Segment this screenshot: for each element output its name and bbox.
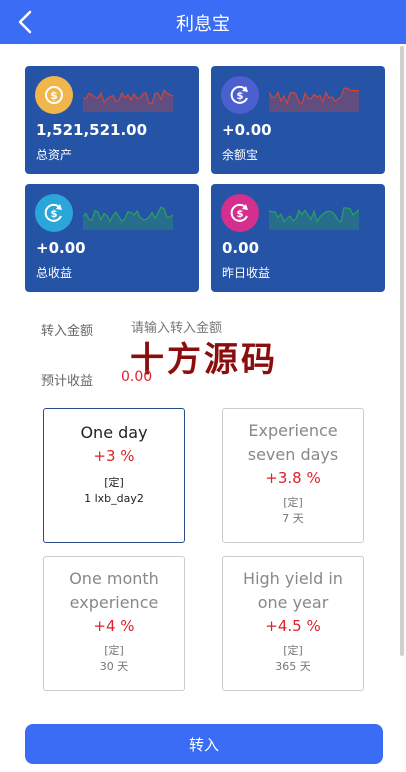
card-value: +0.00 xyxy=(222,121,272,139)
dollar-refresh-icon: $ xyxy=(35,194,73,232)
plan-tag: [定] xyxy=(283,496,303,509)
plan-days: 1 lxb_day2 xyxy=(84,492,144,505)
svg-text:$: $ xyxy=(237,91,244,102)
plan-option-one-month[interactable]: One month experience +4 % [定] 30 天 xyxy=(43,556,185,691)
plan-tag: [定] xyxy=(104,644,124,657)
header-bar: 利息宝 xyxy=(0,0,406,44)
card-total-earnings: $ +0.00 总收益 xyxy=(25,184,199,292)
dollar-refresh-icon: $ xyxy=(221,194,259,232)
plan-rate: +4 % xyxy=(93,617,135,635)
card-value: +0.00 xyxy=(36,239,86,257)
sparkline-chart xyxy=(83,206,173,230)
estimate-value: 0.00 xyxy=(121,369,153,385)
plan-name: One day xyxy=(80,423,148,442)
plan-rate: +3.8 % xyxy=(265,469,321,487)
card-label: 总资产 xyxy=(36,148,73,162)
dollar-coin-icon: $ xyxy=(35,76,73,114)
card-total-assets: $ 1,521,521.00 总资产 xyxy=(25,66,199,174)
plan-name: High yield in one year xyxy=(243,569,343,612)
svg-text:$: $ xyxy=(51,209,58,220)
card-value: 1,521,521.00 xyxy=(36,121,148,139)
sparkline-area xyxy=(83,90,173,112)
card-label: 余额宝 xyxy=(222,148,259,162)
plan-rate: +4.5 % xyxy=(265,617,321,635)
card-yesterday-earnings: $ 0.00 昨日收益 xyxy=(211,184,385,292)
plan-days: 365 天 xyxy=(275,660,311,673)
transfer-in-button[interactable]: 转入 xyxy=(25,724,383,764)
svg-text:$: $ xyxy=(50,89,58,102)
page-title: 利息宝 xyxy=(176,14,230,35)
plan-option-one-year[interactable]: High yield in one year +4.5 % [定] 365 天 xyxy=(222,556,364,691)
plan-option-one-day[interactable]: One day +3 % [定] 1 lxb_day2 xyxy=(43,408,185,543)
amount-label: 转入金额 xyxy=(41,324,94,339)
sparkline-chart xyxy=(269,206,359,230)
svg-text:$: $ xyxy=(237,209,244,220)
sparkline-area xyxy=(269,88,359,112)
sparkline-chart xyxy=(83,89,173,112)
card-label: 总收益 xyxy=(36,266,73,280)
estimate-label: 预计收益 xyxy=(41,374,94,389)
dollar-refresh-icon: $ xyxy=(221,76,259,114)
card-label: 昨日收益 xyxy=(222,266,271,280)
plan-rate: +3 % xyxy=(93,447,135,465)
plan-tag: [定] xyxy=(104,476,124,489)
plan-days: 7 天 xyxy=(282,512,304,525)
plan-tag: [定] xyxy=(283,644,303,657)
plan-days: 30 天 xyxy=(99,660,129,673)
plan-option-seven-days[interactable]: Experience seven days +3.8 % [定] 7 天 xyxy=(222,408,364,543)
plan-name: Experience seven days xyxy=(247,421,339,464)
card-value: 0.00 xyxy=(222,239,260,257)
scrollbar[interactable] xyxy=(400,46,404,656)
card-balance: $ +0.00 余额宝 xyxy=(211,66,385,174)
sparkline-chart xyxy=(269,87,359,112)
plan-name: One month experience xyxy=(69,569,159,612)
watermark-text: 十方源码 xyxy=(130,340,278,380)
